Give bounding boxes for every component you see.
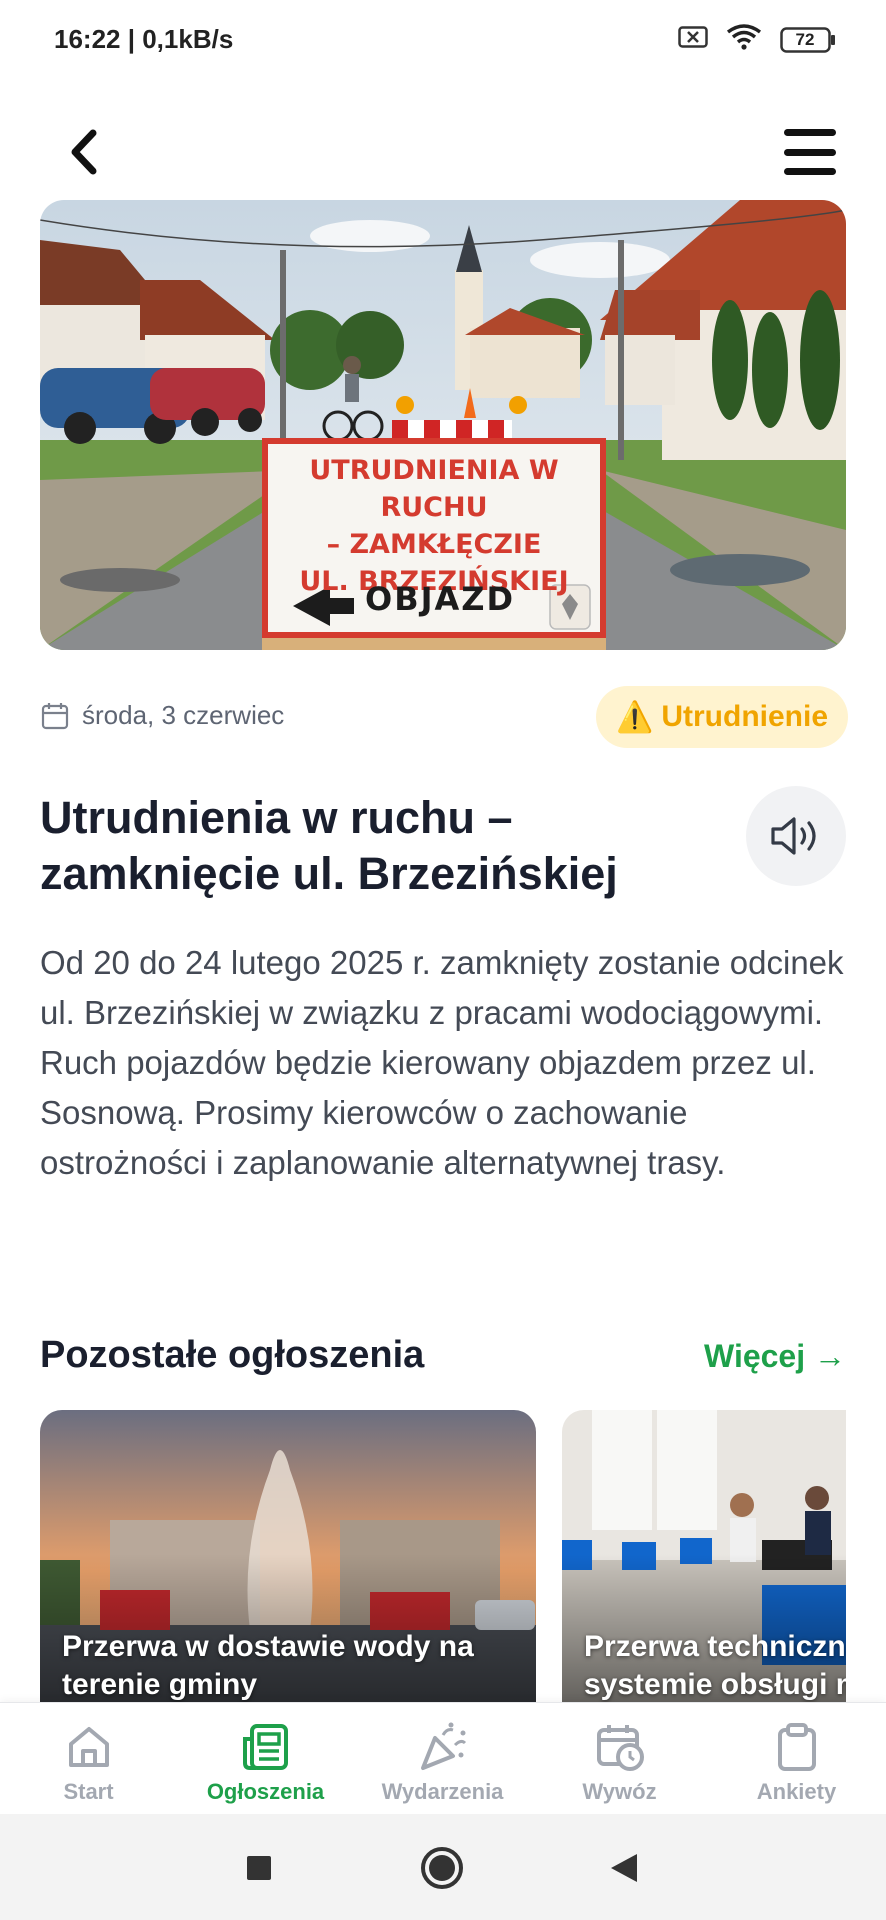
read-aloud-button[interactable] xyxy=(746,786,846,886)
warning-icon: ⚠️ xyxy=(615,700,654,734)
battery-icon: 72 xyxy=(780,26,836,53)
card-title-line-2: terenie gminy xyxy=(62,1668,258,1701)
clipboard-icon xyxy=(777,1723,816,1771)
calendar-icon xyxy=(41,702,69,729)
announcement-card[interactable]: Przerwa w dostawie wody na terenie gminy xyxy=(40,1410,536,1702)
nav-label: Wydarzenia xyxy=(381,1779,504,1804)
more-link[interactable]: Więcej → xyxy=(704,1338,846,1375)
hero-image: UTRUDNIENIA W RUCHU – ZAMKŁĘCZIE UL. BRZ… xyxy=(40,200,846,650)
status-time: 16:22 | 0,1kB/s xyxy=(54,24,234,54)
party-icon xyxy=(420,1722,466,1770)
home-icon xyxy=(68,1727,109,1767)
nav-label: Ankiety xyxy=(756,1779,837,1804)
article-title: Utrudnienia w ruchu – zamknięcie ul. Brz… xyxy=(40,792,618,899)
nav-item-wydarzenia[interactable]: Wydarzenia xyxy=(354,1721,531,1805)
wifi-icon xyxy=(726,24,762,55)
card-title: Przerwa w dostawie wody na terenie gminy xyxy=(62,1628,536,1702)
card-title: Przerwa techniczn systemie obsługi m xyxy=(584,1628,846,1702)
nav-item-ankiety[interactable]: Ankiety xyxy=(708,1721,885,1805)
chevron-left-icon xyxy=(71,129,97,175)
article-paragraph-1: Od 20 do 24 lutego 2025 r. zamknięty zos… xyxy=(40,944,844,1031)
section-title: Pozostałe ogłoszenia xyxy=(40,1334,425,1376)
circle-icon xyxy=(421,1847,463,1889)
battery-level: 72 xyxy=(795,29,815,49)
sign-text: UTRUDNIENIA W RUCHU – ZAMKŁĘCZIE UL. BRZ… xyxy=(268,452,600,600)
article-paragraph-2: Ruch pojazdów będzie kierowany objazdem … xyxy=(40,1044,816,1181)
calendar-clock-icon xyxy=(596,1725,644,1771)
date-row: środa, 3 czerwiec xyxy=(40,700,284,731)
article-date: środa, 3 czerwiec xyxy=(82,700,285,730)
nav-item-ogloszenia[interactable]: Ogłoszenia xyxy=(177,1721,354,1805)
menu-button[interactable] xyxy=(780,124,840,180)
card-title-line-1: Przerwa w dostawie wody na xyxy=(62,1630,474,1663)
triangle-back-icon xyxy=(611,1854,637,1882)
square-icon xyxy=(247,1856,271,1880)
announcement-carousel[interactable]: Przerwa w dostawie wody na terenie gminy… xyxy=(40,1410,846,1702)
announcement-card[interactable]: Przerwa techniczn systemie obsługi m xyxy=(562,1410,846,1702)
system-nav-bar xyxy=(0,1814,886,1920)
card-title-line-1: Przerwa techniczn xyxy=(584,1630,846,1663)
sign-detour-text: OBJAZD xyxy=(365,580,516,618)
hamburger-icon xyxy=(784,129,836,136)
nav-label: Wywóz xyxy=(582,1779,657,1804)
newspaper-icon xyxy=(242,1724,288,1770)
nav-label: Start xyxy=(63,1779,114,1804)
card-title-line-2: systemie obsługi m xyxy=(584,1668,846,1701)
nav-item-wywoz[interactable]: Wywóz xyxy=(531,1721,708,1805)
category-badge: ⚠️ Utrudnienie xyxy=(596,686,848,748)
recents-button[interactable] xyxy=(237,1846,281,1890)
nav-item-start[interactable]: Start xyxy=(0,1721,177,1805)
sign-line-2: – ZAMKŁĘCZIE xyxy=(326,529,542,560)
badge-label: Utrudnienie xyxy=(661,700,829,733)
home-button[interactable] xyxy=(420,1846,464,1890)
article-body: Od 20 do 24 lutego 2025 r. zamknięty zos… xyxy=(40,938,850,1188)
status-bar: 16:22 | 0,1kB/s 72 xyxy=(0,0,886,84)
sign-line-1: UTRUDNIENIA W RUCHU xyxy=(309,455,559,523)
bottom-nav: Start Ogłoszenia Wydarzenia Wywóz Ankiet… xyxy=(0,1702,886,1814)
back-button[interactable] xyxy=(58,124,110,180)
back-nav-button[interactable] xyxy=(603,1846,647,1890)
speaker-icon xyxy=(771,817,816,855)
status-icons: 72 xyxy=(678,24,836,55)
sim-off-icon xyxy=(678,26,708,53)
nav-label: Ogłoszenia xyxy=(206,1779,325,1804)
